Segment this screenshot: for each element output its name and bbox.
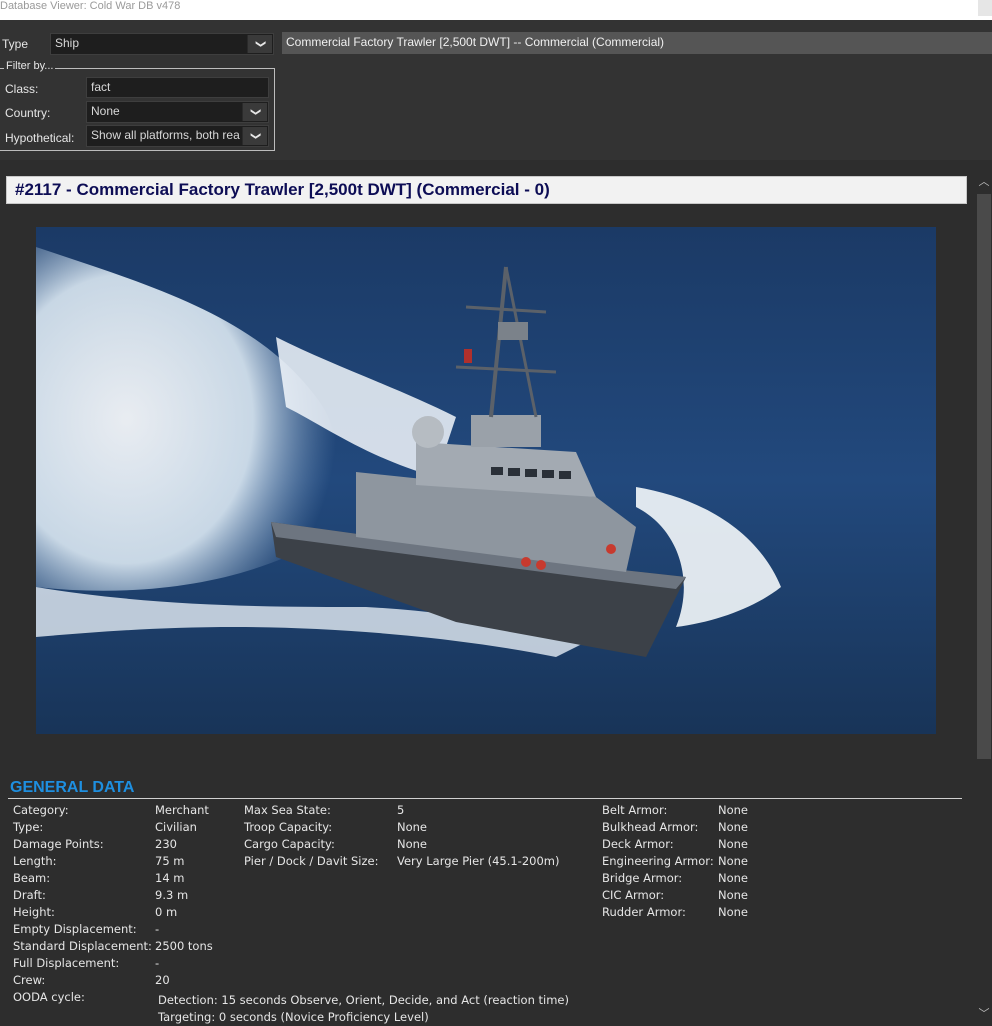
class-label: Class: bbox=[5, 82, 39, 96]
field-value: 9.3 m bbox=[155, 888, 189, 902]
scroll-up-icon[interactable]: ︿ bbox=[976, 174, 992, 190]
field-value: 0 m bbox=[155, 905, 178, 919]
record-title: #2117 - Commercial Factory Trawler [2,50… bbox=[15, 180, 550, 199]
field-value: None bbox=[718, 871, 749, 885]
field-value: None bbox=[397, 820, 428, 834]
field-label: Max Sea State: bbox=[244, 803, 331, 817]
field-label: Length: bbox=[13, 854, 57, 868]
field-label: OODA cycle: bbox=[13, 990, 85, 1004]
field-label: Belt Armor: bbox=[602, 803, 668, 817]
window-control-button[interactable] bbox=[978, 0, 992, 16]
ooda-detection: Detection: 15 seconds Observe, Orient, D… bbox=[158, 993, 569, 1007]
scrollbar-thumb[interactable] bbox=[977, 194, 991, 759]
field-value: 2500 tons bbox=[155, 939, 213, 953]
chevron-down-icon[interactable]: ❯ bbox=[242, 127, 267, 145]
field-label: Pier / Dock / Davit Size: bbox=[244, 854, 379, 868]
field-value: 75 m bbox=[155, 854, 185, 868]
section-divider bbox=[8, 798, 962, 799]
filter-legend: Filter by... bbox=[4, 60, 56, 72]
hypothetical-select[interactable]: Show all platforms, both rea ❯ bbox=[86, 125, 269, 147]
country-select[interactable]: None ❯ bbox=[86, 101, 269, 123]
field-label: Crew: bbox=[13, 973, 46, 987]
field-value: None bbox=[718, 905, 749, 919]
general-data-title: GENERAL DATA bbox=[10, 779, 135, 796]
field-value: 230 bbox=[155, 837, 177, 851]
field-label: Height: bbox=[13, 905, 55, 919]
field-value: None bbox=[397, 837, 428, 851]
ship-photo-graphic bbox=[36, 227, 936, 734]
selected-item-label: Commercial Factory Trawler [2,500t DWT] … bbox=[286, 35, 665, 49]
chevron-down-icon[interactable]: ❯ bbox=[242, 103, 267, 121]
field-label: Type: bbox=[13, 820, 44, 834]
hypothetical-select-value: Show all platforms, both rea bbox=[91, 128, 240, 142]
field-label: Standard Displacement: bbox=[13, 939, 152, 953]
field-value: Civilian bbox=[155, 820, 197, 834]
field-value: None bbox=[718, 854, 749, 868]
field-label: Full Displacement: bbox=[13, 956, 120, 970]
field-value: Very Large Pier (45.1-200m) bbox=[397, 854, 560, 868]
field-label: Beam: bbox=[13, 871, 51, 885]
field-value: Merchant bbox=[155, 803, 209, 817]
field-label: Deck Armor: bbox=[602, 837, 674, 851]
field-label: Draft: bbox=[13, 888, 46, 902]
field-label: Troop Capacity: bbox=[244, 820, 333, 834]
window-title: Database Viewer: Cold War DB v478 bbox=[0, 0, 181, 12]
field-value: None bbox=[718, 888, 749, 902]
field-label: Engineering Armor: bbox=[602, 854, 714, 868]
field-label: Damage Points: bbox=[13, 837, 104, 851]
field-label: Category: bbox=[13, 803, 69, 817]
country-label: Country: bbox=[5, 106, 51, 120]
field-label: Bridge Armor: bbox=[602, 871, 683, 885]
type-label: Type bbox=[2, 37, 29, 51]
field-value: - bbox=[155, 956, 160, 970]
field-value: 5 bbox=[397, 803, 405, 817]
field-label: Bulkhead Armor: bbox=[602, 820, 699, 834]
chevron-down-icon[interactable]: ❯ bbox=[247, 35, 272, 53]
selected-item-bar[interactable]: Commercial Factory Trawler [2,500t DWT] … bbox=[282, 32, 992, 54]
type-select[interactable]: Ship ❯ bbox=[50, 33, 274, 55]
field-value: 14 m bbox=[155, 871, 185, 885]
hypothetical-label: Hypothetical: bbox=[5, 131, 75, 145]
ship-photo bbox=[36, 227, 936, 734]
country-select-value: None bbox=[91, 104, 120, 118]
field-value: None bbox=[718, 837, 749, 851]
vertical-scrollbar[interactable]: ︿ ﹀ bbox=[976, 160, 992, 1026]
field-label: CIC Armor: bbox=[602, 888, 665, 902]
title-bar: Database Viewer: Cold War DB v478 bbox=[0, 0, 992, 20]
ooda-targeting: Targeting: 0 seconds (Novice Proficiency… bbox=[158, 1010, 429, 1024]
field-value: None bbox=[718, 820, 749, 834]
field-value: 20 bbox=[155, 973, 170, 987]
field-label: Rudder Armor: bbox=[602, 905, 686, 919]
class-input-value: fact bbox=[91, 80, 111, 94]
field-value: None bbox=[718, 803, 749, 817]
scroll-down-icon[interactable]: ﹀ bbox=[976, 1006, 992, 1022]
field-label: Empty Displacement: bbox=[13, 922, 137, 936]
record-header: #2117 - Commercial Factory Trawler [2,50… bbox=[6, 176, 967, 204]
class-input[interactable]: fact bbox=[86, 77, 269, 98]
field-value: - bbox=[155, 922, 160, 936]
field-label: Cargo Capacity: bbox=[244, 837, 335, 851]
type-select-value: Ship bbox=[55, 36, 80, 50]
